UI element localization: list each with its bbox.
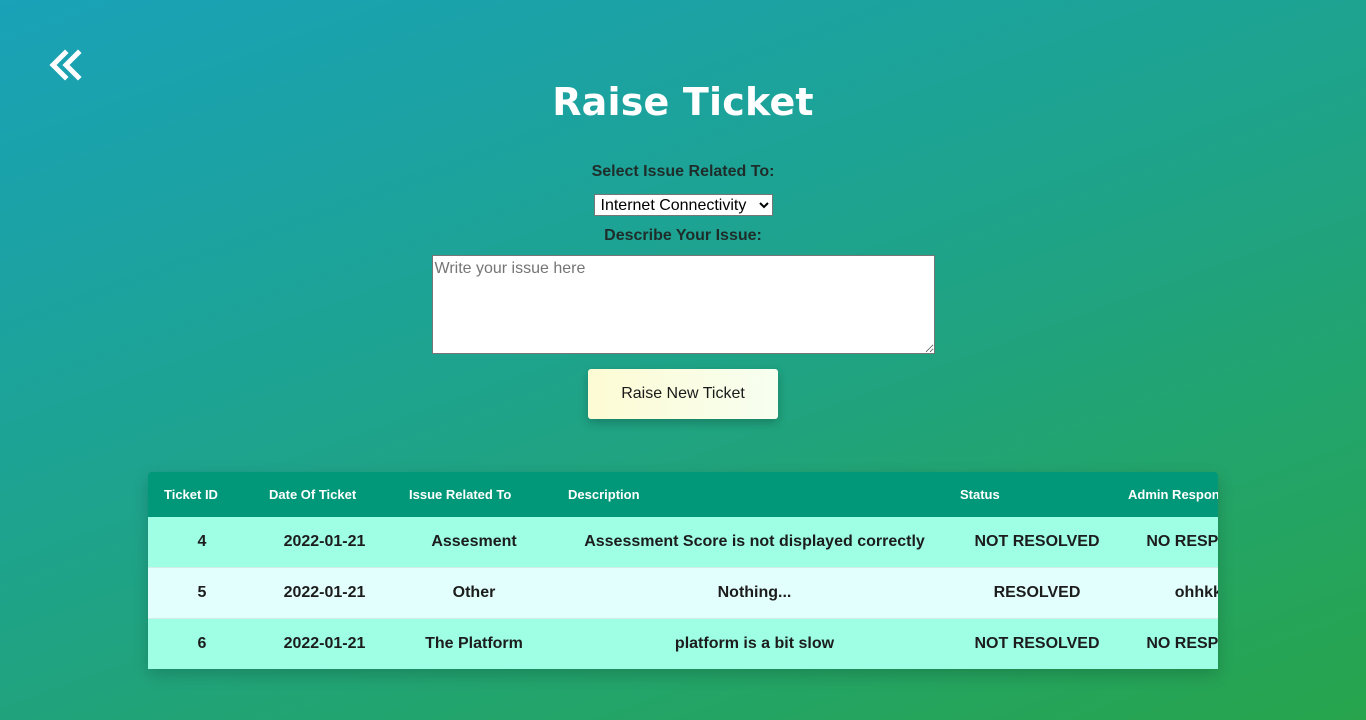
tickets-table-container: Ticket ID Date Of Ticket Issue Related T…: [148, 472, 1218, 669]
back-button[interactable]: [48, 48, 84, 84]
header-description: Description: [568, 487, 640, 502]
page-title: Raise Ticket: [552, 80, 814, 124]
describe-issue-label: Describe Your Issue:: [604, 227, 762, 244]
issue-description-textarea[interactable]: [431, 255, 935, 354]
cell-admin-response: NO RESPONSE: [1146, 635, 1218, 652]
cell-description: Assessment Score is not displayed correc…: [555, 517, 954, 568]
cell-date: 2022-01-21: [256, 517, 393, 568]
cell-admin-response: NO RESPONSE: [1120, 517, 1218, 568]
table-header-row: Ticket ID Date Of Ticket Issue Related T…: [148, 472, 1218, 517]
header-issue-related: Issue Related To: [409, 487, 512, 502]
header-ticket-id: Ticket ID: [164, 487, 218, 502]
double-chevron-left-icon: [48, 48, 84, 84]
select-issue-label: Select Issue Related To:: [591, 163, 775, 180]
issue-category-select[interactable]: Internet Connectivity: [593, 194, 773, 216]
cell-ticket-id: 6: [197, 635, 207, 652]
cell-issue-related: Assesment: [393, 517, 555, 568]
cell-ticket-id: 4: [148, 517, 256, 568]
cell-description: Nothing...: [555, 567, 954, 619]
cell-status: NOT RESOLVED: [954, 517, 1120, 568]
cell-date: 2022-01-21: [256, 567, 393, 619]
cell-status: RESOLVED: [954, 567, 1120, 619]
table-row: 4 2022-01-21 Assesment Assessment Score …: [148, 517, 1218, 568]
header-date: Date Of Ticket: [269, 487, 357, 502]
ticket-form: Select Issue Related To: Internet Connec…: [0, 162, 1366, 359]
header-status: Status: [960, 487, 1000, 502]
cell-description: platform is a bit slow: [674, 635, 835, 652]
cell-status: NOT RESOLVED: [974, 635, 1100, 652]
cell-date: 2022-01-21: [283, 635, 366, 652]
cell-issue-related: The Platform: [425, 635, 523, 652]
table-row: 6 2022-01-21 The Platform platform is a …: [148, 618, 1218, 669]
cell-admin-response: ohhkk...: [1120, 567, 1218, 619]
table-row: 5 2022-01-21 Other Nothing... RESOLVED o…: [148, 567, 1218, 619]
cell-ticket-id: 5: [148, 567, 256, 619]
cell-issue-related: Other: [393, 567, 555, 619]
tickets-table: Ticket ID Date Of Ticket Issue Related T…: [148, 472, 1218, 669]
raise-new-ticket-button[interactable]: Raise New Ticket: [588, 369, 778, 419]
header-admin-response: Admin Responce: [1128, 487, 1218, 502]
